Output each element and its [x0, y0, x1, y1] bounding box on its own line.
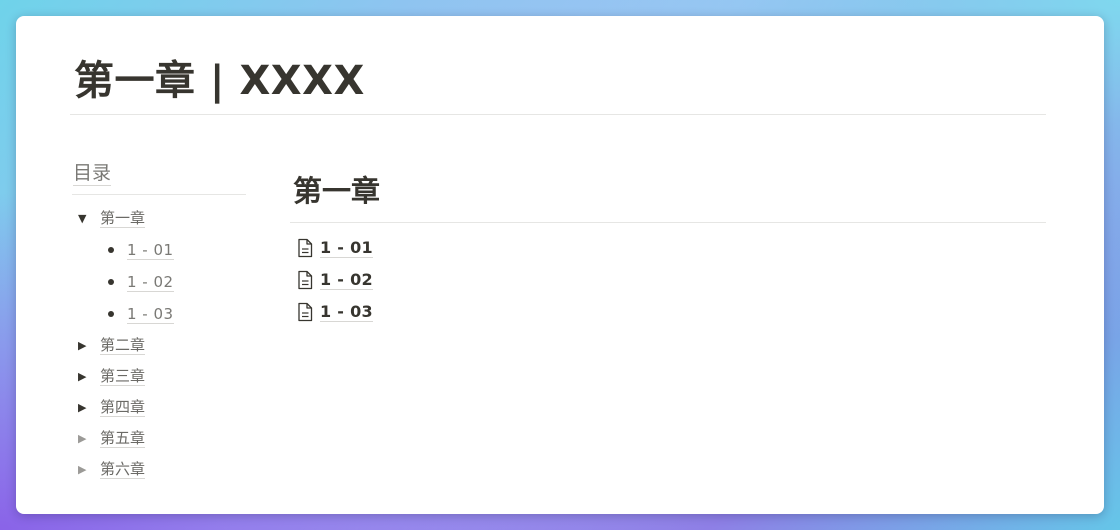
- page-link-label[interactable]: 1 - 01: [320, 238, 373, 258]
- toc-chapter-label[interactable]: 第六章: [100, 460, 146, 479]
- toc-chapter-2[interactable]: ▶ 第二章: [72, 330, 246, 361]
- page-link-1-01[interactable]: 1 - 01: [296, 232, 373, 264]
- document-icon: [298, 302, 313, 322]
- toc-chapter-label[interactable]: 第一章: [100, 209, 146, 228]
- toc-chapter-6[interactable]: ▶ 第六章: [72, 454, 246, 485]
- toc-chapter-label[interactable]: 第五章: [100, 429, 146, 448]
- toc-subpage-label[interactable]: 1 - 01: [127, 241, 174, 260]
- title-divider: [70, 114, 1046, 115]
- section-divider: [290, 222, 1046, 223]
- page-link-1-03[interactable]: 1 - 03: [296, 296, 373, 328]
- toc-chapter-3[interactable]: ▶ 第三章: [72, 361, 246, 392]
- page-list: 1 - 01 1 - 02 1 - 03: [296, 232, 373, 328]
- toc-divider: [72, 194, 246, 195]
- toc-subpage-1-02[interactable]: 1 - 02: [72, 266, 246, 298]
- toc-subpage-1-01[interactable]: 1 - 01: [72, 234, 246, 266]
- bullet-dot-icon: [108, 279, 114, 285]
- page-link-1-02[interactable]: 1 - 02: [296, 264, 373, 296]
- toc-chapter-1[interactable]: ▼ 第一章: [72, 203, 246, 234]
- toc-subpage-label[interactable]: 1 - 03: [127, 305, 174, 324]
- triangle-right-icon[interactable]: ▶: [72, 432, 100, 445]
- triangle-down-icon[interactable]: ▼: [72, 212, 100, 225]
- triangle-right-icon[interactable]: ▶: [72, 401, 100, 414]
- toc-chapter-label[interactable]: 第二章: [100, 336, 146, 355]
- toc-chapter-4[interactable]: ▶ 第四章: [72, 392, 246, 423]
- toc-chapter-label[interactable]: 第四章: [100, 398, 146, 417]
- triangle-right-icon[interactable]: ▶: [72, 370, 100, 383]
- document-icon: [298, 270, 313, 290]
- toc-chapter-label[interactable]: 第三章: [100, 367, 146, 386]
- page-link-label[interactable]: 1 - 02: [320, 270, 373, 290]
- triangle-right-icon[interactable]: ▶: [72, 339, 100, 352]
- page-card: 第一章 | XXXX 目录 ▼ 第一章 1 - 01 1 - 02 1 - 03…: [16, 16, 1104, 514]
- toc-subpage-1-03[interactable]: 1 - 03: [72, 298, 246, 330]
- page-link-label[interactable]: 1 - 03: [320, 302, 373, 322]
- section-title: 第一章: [293, 174, 381, 208]
- toc-heading[interactable]: 目录: [73, 158, 112, 186]
- toc-chapter-5[interactable]: ▶ 第五章: [72, 423, 246, 454]
- bullet-dot-icon: [108, 247, 114, 253]
- document-icon: [298, 238, 313, 258]
- bullet-dot-icon: [108, 311, 114, 317]
- page-title: 第一章 | XXXX: [74, 58, 365, 104]
- table-of-contents: 目录 ▼ 第一章 1 - 01 1 - 02 1 - 03 ▶ 第二章 ▶ 第三…: [72, 158, 246, 485]
- triangle-right-icon[interactable]: ▶: [72, 463, 100, 476]
- toc-subpage-label[interactable]: 1 - 02: [127, 273, 174, 292]
